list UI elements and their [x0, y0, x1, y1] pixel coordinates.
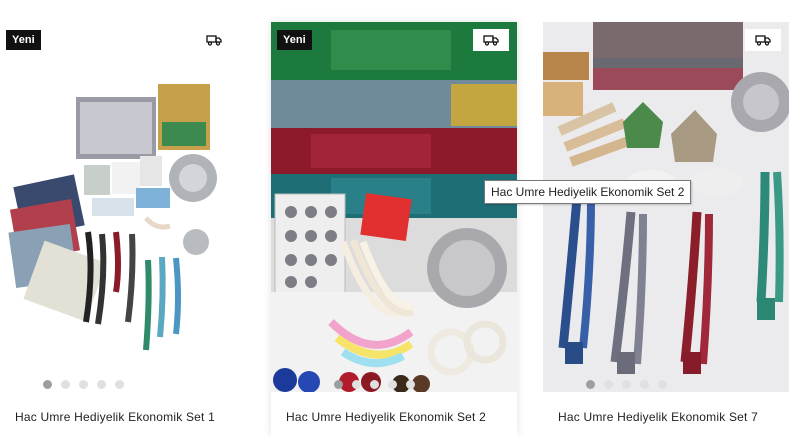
- carousel-dot[interactable]: [603, 380, 613, 389]
- carousel-dot[interactable]: [621, 380, 631, 389]
- carousel-dot[interactable]: [387, 380, 397, 389]
- product-image-2[interactable]: Yeni: [271, 22, 517, 392]
- carousel-dot[interactable]: [351, 380, 361, 389]
- carousel-dot[interactable]: [639, 380, 649, 389]
- image-carousel-dots: [0, 380, 206, 389]
- product-title[interactable]: Hac Umre Hediyelik Ekonomik Set 2: [286, 410, 486, 424]
- product-image-3[interactable]: [543, 22, 789, 392]
- carousel-dot[interactable]: [60, 380, 70, 389]
- truck-icon: [473, 29, 509, 51]
- product-photo-3: [543, 22, 789, 392]
- product-card-1[interactable]: Yeni Hac Umre Hediyelik Ekonomik Set 1: [0, 22, 246, 436]
- image-carousel-dots: [543, 380, 749, 389]
- carousel-dot[interactable]: [114, 380, 124, 389]
- carousel-dot[interactable]: [42, 380, 52, 389]
- carousel-dot[interactable]: [657, 380, 667, 389]
- product-card-2[interactable]: Yeni Hac Umre Hediyelik Ekonomik Set 2: [271, 22, 517, 436]
- product-photo-1: [0, 22, 246, 392]
- carousel-dot[interactable]: [96, 380, 106, 389]
- product-photo-2: [271, 22, 517, 392]
- product-card-3[interactable]: Hac Umre Hediyelik Ekonomik Set 7: [543, 22, 789, 436]
- new-badge: Yeni: [6, 30, 41, 50]
- carousel-dot[interactable]: [369, 380, 379, 389]
- truck-icon: [196, 29, 232, 51]
- carousel-dot[interactable]: [78, 380, 88, 389]
- truck-icon: [745, 29, 781, 51]
- image-carousel-dots: [271, 380, 497, 389]
- product-title[interactable]: Hac Umre Hediyelik Ekonomik Set 1: [15, 410, 215, 424]
- carousel-dot[interactable]: [585, 380, 595, 389]
- product-image-1[interactable]: Yeni: [0, 22, 246, 392]
- carousel-dot[interactable]: [405, 380, 415, 389]
- new-badge: Yeni: [277, 30, 312, 50]
- product-title[interactable]: Hac Umre Hediyelik Ekonomik Set 7: [558, 410, 758, 424]
- hover-tooltip: Hac Umre Hediyelik Ekonomik Set 2: [484, 180, 692, 204]
- carousel-dot[interactable]: [333, 380, 343, 389]
